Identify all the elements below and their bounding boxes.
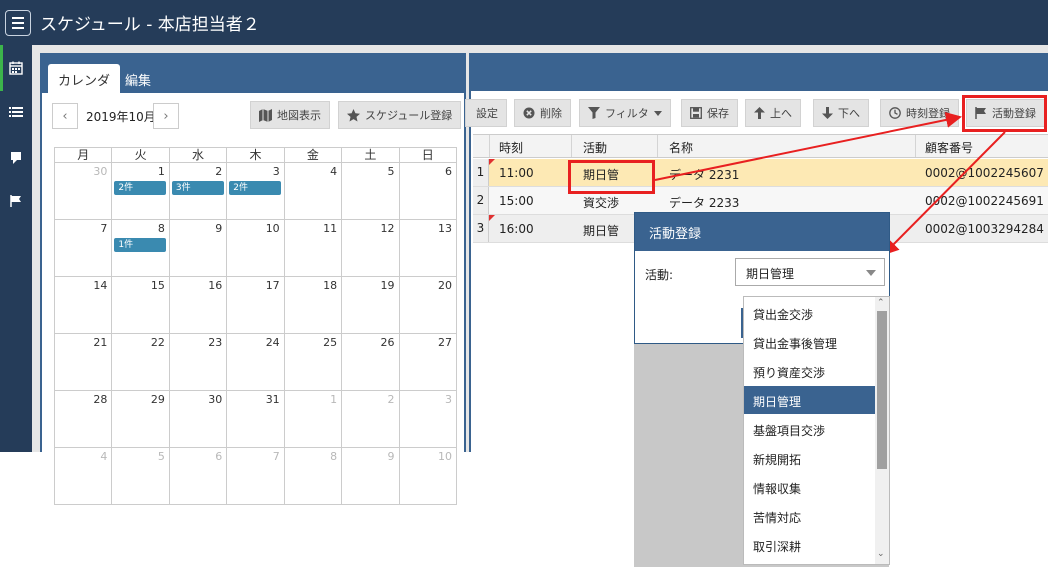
- activity-option[interactable]: 新規開拓: [744, 444, 875, 472]
- arrow-to-activity-register: [654, 111, 962, 181]
- scroll-up-icon[interactable]: ⌃: [877, 298, 885, 308]
- activity-option[interactable]: 貸出金事後管理: [744, 328, 875, 356]
- activity-option[interactable]: 預り資産交渉: [744, 357, 875, 385]
- activity-option[interactable]: 貸出金交渉: [744, 299, 875, 327]
- activity-select[interactable]: 期日管理: [735, 258, 885, 286]
- activity-dropdown-list: 貸出金交渉 貸出金事後管理 預り資産交渉 期日管理 基盤項目交渉 新規開拓 情報収集 苦情対応…: [743, 296, 890, 565]
- activity-field-label: 活動:: [645, 268, 674, 282]
- activity-option[interactable]: 期日管理: [744, 386, 875, 414]
- activity-select-value: 期日管理: [746, 267, 795, 281]
- activity-option[interactable]: 基盤項目交渉: [744, 415, 875, 443]
- chevron-down-icon[interactable]: [866, 270, 876, 276]
- activity-option[interactable]: 取引深耕: [744, 531, 875, 559]
- scrollbar-thumb[interactable]: [877, 311, 887, 469]
- arrow-to-dropdown: [882, 131, 1006, 256]
- annotation-arrows: [654, 111, 1006, 256]
- dropdown-scrollbar[interactable]: ⌃ ⌄: [875, 297, 889, 564]
- app-root: スケジュール - 本店担当者２ カレンダ 編集 ‹ 2019年10月 › 地図表…: [0, 0, 1048, 567]
- activity-option[interactable]: 苦情対応: [744, 502, 875, 530]
- dialog-title: 活動登録: [635, 213, 889, 251]
- scroll-down-icon[interactable]: ⌄: [877, 549, 885, 559]
- activity-option[interactable]: 情報収集: [744, 473, 875, 501]
